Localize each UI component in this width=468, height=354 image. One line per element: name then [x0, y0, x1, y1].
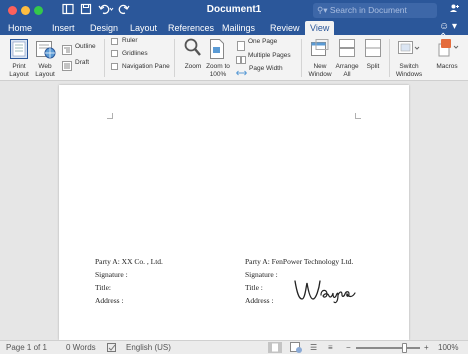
- signature-right: Signature :: [245, 270, 278, 279]
- zoom-in-button[interactable]: +: [424, 343, 429, 352]
- zoom-100-icon: [210, 39, 224, 64]
- macros-label: Macros: [436, 63, 458, 70]
- magnifier-icon: [184, 38, 202, 63]
- multiple-pages-button[interactable]: Multiple Pages: [248, 52, 291, 60]
- tab-review[interactable]: Review: [270, 22, 300, 34]
- language-indicator[interactable]: English (US): [126, 343, 171, 352]
- tab-home[interactable]: Home: [8, 22, 32, 34]
- arrange-all-icon: [339, 39, 355, 62]
- arrange-all-label: Arrange All: [335, 63, 359, 78]
- handwritten-signature-wayne: [294, 280, 356, 304]
- ribbon-tab-bar: Home Insert Design Layout References Mai…: [0, 21, 468, 43]
- address-left: Address :: [95, 296, 124, 305]
- ribbon-separator: [174, 39, 175, 77]
- macros-icon: [437, 38, 461, 63]
- margin-corner-mark: [107, 113, 113, 119]
- print-layout-label: Print Layout: [9, 63, 29, 78]
- proofing-icon[interactable]: [107, 343, 117, 354]
- zoom-label: Zoom: [184, 63, 202, 70]
- zoom-to-100-label: Zoom to 100%: [206, 63, 230, 78]
- navigation-pane-checkbox[interactable]: [111, 63, 118, 70]
- document-page[interactable]: Party A: XX Co. , Ltd. Signature : Title…: [59, 85, 409, 340]
- split-label: Split: [366, 63, 380, 70]
- title-left: Title:: [95, 283, 111, 292]
- outline-button[interactable]: Outline: [75, 43, 96, 51]
- web-layout-label: Web Layout: [35, 63, 55, 78]
- zoom-out-button[interactable]: −: [346, 343, 351, 352]
- tab-layout[interactable]: Layout: [130, 22, 157, 34]
- navigation-pane-label: Navigation Pane: [122, 63, 170, 70]
- address-right: Address :: [245, 296, 274, 305]
- zoom-slider-knob[interactable]: [402, 343, 407, 353]
- draft-view-icon[interactable]: ≡: [328, 343, 333, 352]
- gridlines-label: Gridlines: [122, 50, 148, 57]
- tab-mailings[interactable]: Mailings: [222, 22, 255, 34]
- search-icon: ⚲▾: [317, 5, 328, 15]
- ruler-checkbox[interactable]: [111, 38, 118, 45]
- page-width-button[interactable]: Page Width: [249, 65, 283, 73]
- print-layout-view-icon[interactable]: [268, 342, 282, 354]
- zoom-percentage[interactable]: 100%: [438, 343, 458, 352]
- page-count[interactable]: Page 1 of 1: [6, 343, 47, 352]
- draft-button[interactable]: Draft: [75, 59, 89, 67]
- ruler-label: Ruler: [122, 37, 138, 44]
- zoom-slider[interactable]: [356, 343, 420, 353]
- search-placeholder: Search in Document: [329, 5, 407, 15]
- title-bar: Document1 ⚲▾ Search in Document: [0, 0, 468, 21]
- ribbon-separator: [104, 39, 105, 77]
- new-window-icon: [311, 39, 329, 62]
- one-page-button[interactable]: One Page: [248, 38, 277, 46]
- signature-left: Signature :: [95, 270, 128, 279]
- title-right: Title :: [245, 283, 263, 292]
- ribbon-separator: [301, 39, 302, 77]
- outline-view-icon[interactable]: ☰: [310, 343, 317, 352]
- tab-design[interactable]: Design: [90, 22, 118, 34]
- status-bar: Page 1 of 1 0 Words English (US) ☰ ≡ − +…: [0, 340, 468, 354]
- tab-insert[interactable]: Insert: [52, 22, 75, 34]
- draft-icon[interactable]: [62, 58, 72, 76]
- word-count[interactable]: 0 Words: [66, 343, 96, 352]
- gridlines-checkbox[interactable]: [111, 50, 118, 57]
- split-icon: [365, 39, 381, 62]
- document-canvas[interactable]: Party A: XX Co. , Ltd. Signature : Title…: [0, 81, 468, 340]
- share-user-icon[interactable]: [449, 3, 460, 17]
- party-a-right: Party A: FenPower Technology Ltd.: [245, 257, 354, 266]
- party-a-left: Party A: XX Co. , Ltd.: [95, 257, 163, 266]
- new-window-label: New Window: [308, 63, 332, 78]
- tab-references[interactable]: References: [168, 22, 214, 34]
- ribbon-separator: [389, 39, 390, 77]
- ribbon-view: Print Layout Web Layout Outline Draft Rule…: [0, 35, 468, 81]
- search-input[interactable]: ⚲▾ Search in Document: [313, 3, 437, 18]
- web-layout-icon: [36, 39, 56, 64]
- switch-windows-icon: [398, 39, 420, 62]
- web-layout-view-icon[interactable]: [290, 342, 302, 354]
- margin-corner-mark: [355, 113, 361, 119]
- switch-windows-label: Switch Windows: [395, 63, 423, 78]
- tab-view[interactable]: View: [305, 21, 335, 36]
- print-layout-icon: [10, 39, 28, 64]
